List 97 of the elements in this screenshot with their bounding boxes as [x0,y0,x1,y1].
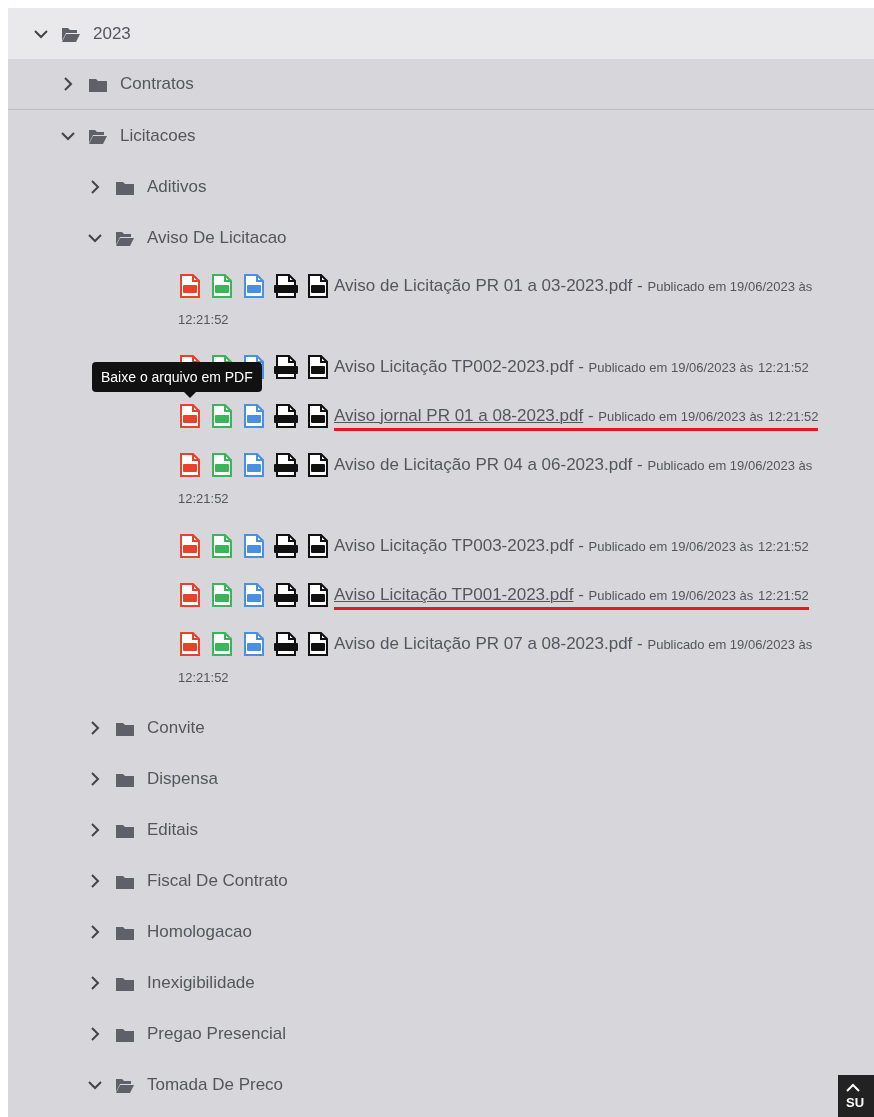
chevron-right-icon[interactable] [88,720,102,737]
folder-item[interactable]: Aviso De Licitacao [147,227,287,248]
dash-separator: - [578,536,584,556]
dash-separator: - [637,275,643,295]
open-folder-icon[interactable] [62,25,80,42]
file-link[interactable]: Aviso de Licitação PR 04 a 06-2023.pdf [334,454,633,474]
xls-icon[interactable] [210,452,234,477]
folder-item[interactable]: Inexigibilidade [147,973,255,994]
publish-time: 12:21:52 [767,409,819,425]
xml-icon[interactable] [274,534,298,559]
chevron-right-icon[interactable] [88,975,102,992]
publish-date: Publicado em 19/06/2023 às [588,588,754,604]
xls-icon[interactable] [210,404,234,429]
open-folder-icon[interactable] [89,127,107,144]
folder-icon[interactable] [116,924,134,941]
chevron-right-icon[interactable] [88,822,102,839]
txt-icon[interactable] [306,452,330,477]
docx-icon[interactable] [242,404,266,429]
docx-icon[interactable] [242,534,266,559]
folder-icon[interactable] [116,822,134,839]
xml-icon[interactable] [274,355,298,380]
publish-time: 12:21:52 [178,311,229,327]
pdf-icon[interactable] [178,404,202,429]
publish-date: Publicado em 19/06/2023 às [588,360,754,376]
folder-item[interactable]: Contratos [120,74,194,94]
file-link[interactable]: Aviso de Licitação PR 01 a 03-2023.pdf [334,275,633,295]
txt-icon[interactable] [306,534,330,559]
xls-icon[interactable] [210,534,234,559]
folder-item[interactable]: 2023 [93,23,131,44]
folder-icon[interactable] [116,975,134,992]
file-link[interactable]: Aviso de Licitação PR 07 a 08-2023.pdf [334,633,633,653]
xls-icon[interactable] [210,273,234,298]
folder-icon[interactable] [116,1026,134,1043]
xls-icon[interactable] [210,631,234,656]
file-link[interactable]: Aviso Licitação TP003-2023.pdf [334,536,574,556]
dash-separator: - [578,357,584,377]
publish-date: Publicado em 19/06/2023 às [647,278,813,294]
folder-item[interactable]: Pregao Presencial [147,1024,286,1045]
folder-item[interactable]: Aditivos [147,176,207,197]
pdf-icon[interactable] [178,452,202,477]
back-to-top-button[interactable]: SU [838,1075,874,1117]
chevron-right-icon[interactable] [61,76,75,92]
publish-time: 12:21:52 [758,539,809,555]
chevron-right-icon[interactable] [88,924,102,941]
xml-icon[interactable] [274,273,298,298]
txt-icon[interactable] [306,631,330,656]
txt-icon[interactable] [306,355,330,380]
open-folder-icon[interactable] [116,1077,134,1094]
publish-time: 12:21:52 [758,360,809,376]
xml-icon[interactable] [274,583,298,608]
docx-icon[interactable] [242,631,266,656]
file-link[interactable]: Aviso Licitação TP002-2023.pdf [334,357,574,377]
publish-date: Publicado em 19/06/2023 às [588,539,754,555]
xml-icon[interactable] [274,452,298,477]
xls-icon[interactable] [210,583,234,608]
xml-icon[interactable] [274,404,298,429]
publish-date: Publicado em 19/06/2023 às [647,457,813,473]
publish-time: 12:21:52 [178,490,229,506]
docx-icon[interactable] [242,273,266,298]
dash-separator: - [637,633,643,653]
dash-separator: - [587,406,594,426]
txt-icon[interactable] [306,273,330,298]
folder-icon[interactable] [116,771,134,788]
chevron-right-icon[interactable] [88,873,102,890]
txt-icon[interactable] [306,404,330,429]
docx-icon[interactable] [242,583,266,608]
dash-separator: - [578,585,584,605]
file-link[interactable]: Aviso jornal PR 01 a 08-2023.pdf [334,406,584,426]
pdf-icon[interactable] [178,534,202,559]
folder-item[interactable]: Homologacao [147,922,252,943]
chevron-right-icon[interactable] [88,1026,102,1043]
publish-time: 12:21:52 [178,669,229,685]
folder-icon[interactable] [116,720,134,737]
pdf-icon[interactable] [178,583,202,608]
folder-item[interactable]: Dispensa [147,769,218,790]
folder-item[interactable]: Licitacoes [120,125,196,146]
txt-icon[interactable] [306,583,330,608]
folder-item[interactable]: Tomada De Preco [147,1075,284,1096]
caret-up-icon[interactable] [846,1083,860,1092]
chevron-right-icon[interactable] [88,178,102,195]
open-folder-icon[interactable] [116,229,134,246]
folder-item[interactable]: Convite [147,718,205,739]
publish-time: 12:21:52 [758,588,809,604]
file-link[interactable]: Aviso Licitação TP001-2023.pdf [334,585,574,605]
folder-item[interactable]: Editais [147,820,199,841]
publish-date: Publicado em 19/06/2023 às [647,636,813,652]
folder-icon[interactable] [116,873,134,890]
tooltip: Baixe o arquivo em PDF [92,362,262,399]
folder-icon[interactable] [89,76,107,92]
xml-icon[interactable] [274,631,298,656]
folder-item[interactable]: Fiscal De Contrato [147,871,288,892]
pdf-icon[interactable] [178,273,202,298]
docx-icon[interactable] [242,452,266,477]
publish-date: Publicado em 19/06/2023 às [598,409,764,425]
pdf-icon[interactable] [178,631,202,656]
chevron-right-icon[interactable] [88,771,102,788]
dash-separator: - [637,454,643,474]
